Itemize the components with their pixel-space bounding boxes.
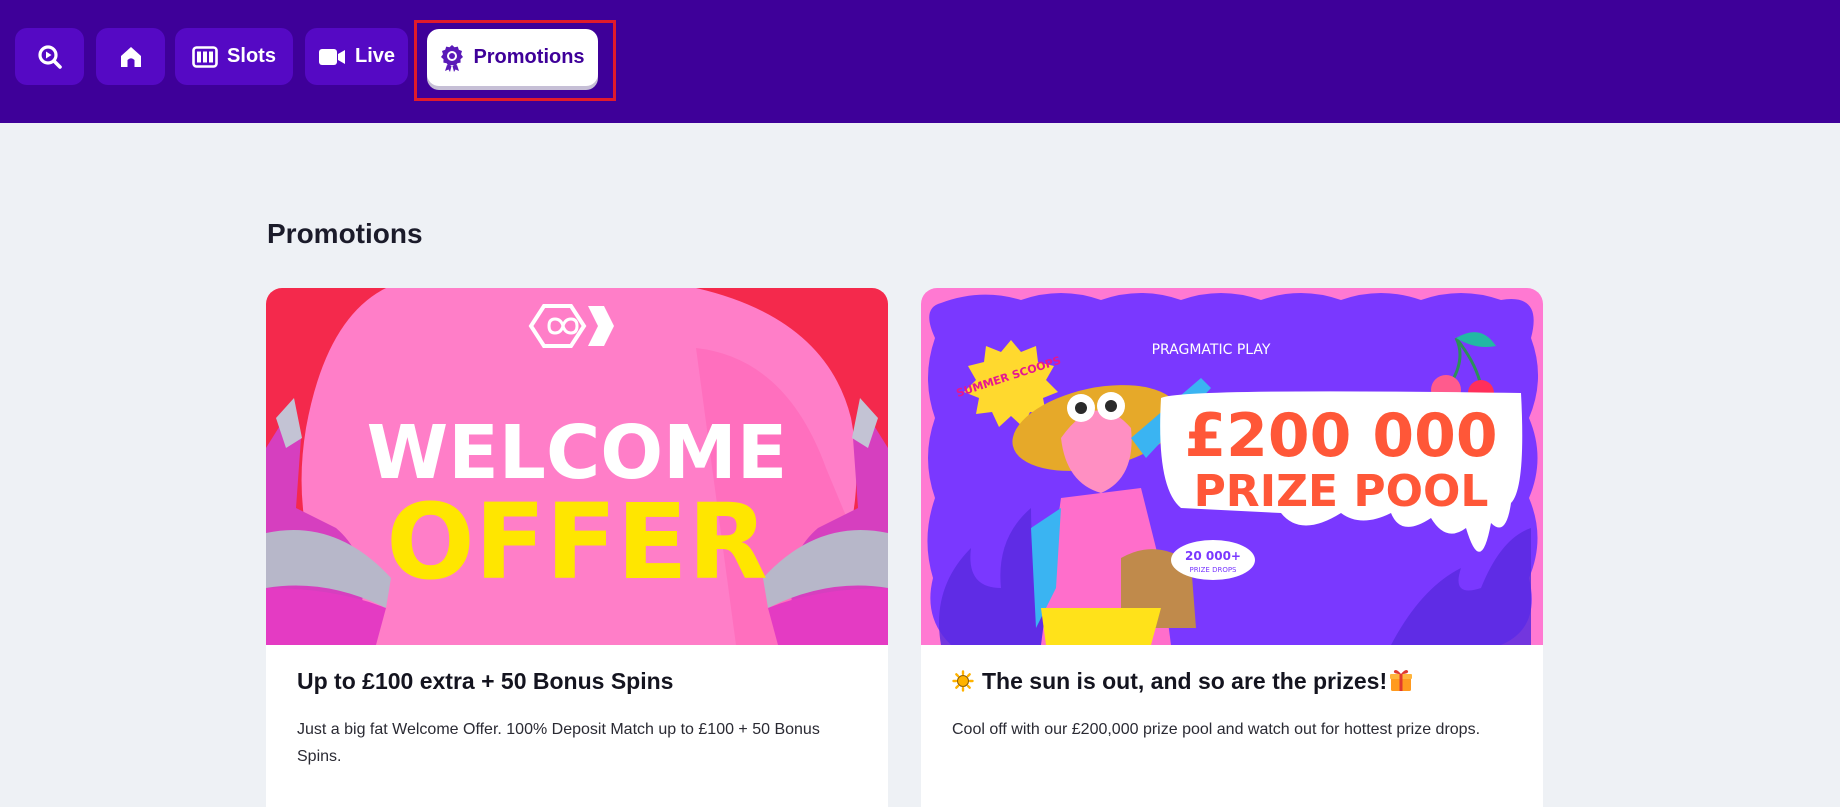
svg-text:20 000+: 20 000+: [1185, 549, 1241, 563]
welcome-offer-banner: WELCOME OFFER: [266, 288, 888, 645]
top-navigation-bar: Slots Live Promotions: [0, 0, 1840, 123]
sun-emoji-icon: [952, 670, 974, 692]
casino-search-icon: [37, 44, 63, 70]
card-description: Just a big fat Welcome Offer. 100% Depos…: [297, 721, 820, 765]
prize-pool-text: PRIZE POOL: [1194, 466, 1489, 517]
live-label: Live: [354, 45, 396, 67]
slots-nav-button[interactable]: Slots: [175, 28, 293, 85]
prize-amount-text: £200 000: [1184, 401, 1497, 471]
svg-text:PRIZE DROPS: PRIZE DROPS: [1189, 566, 1237, 574]
slot-machine-icon: [192, 45, 218, 68]
home-icon: [118, 44, 144, 70]
video-camera-icon: [318, 47, 346, 67]
award-badge-icon: [440, 44, 464, 72]
prize-pool-banner: PRAGMATIC PLAY SUMMER SCOOPS £200 000 PR…: [921, 288, 1543, 645]
card-title: Up to £100 extra + 50 Bonus Spins: [297, 668, 674, 694]
promotions-nav-button[interactable]: Promotions: [427, 29, 598, 86]
promotion-card-prize-pool[interactable]: PRAGMATIC PLAY SUMMER SCOOPS £200 000 PR…: [921, 288, 1543, 807]
gift-emoji-icon: [1390, 670, 1413, 691]
card-title: The sun is out, and so are the prizes!: [952, 668, 1519, 695]
card-description: Cool off with our £200,000 prize pool an…: [952, 721, 1481, 738]
promotions-label: Promotions: [473, 46, 585, 68]
home-button[interactable]: [96, 28, 165, 85]
pragmatic-play-logo: PRAGMATIC PLAY: [1152, 342, 1271, 358]
live-nav-button[interactable]: Live: [305, 28, 408, 85]
casino-search-button[interactable]: [15, 28, 84, 85]
page-title: Promotions: [267, 218, 423, 249]
slots-label: Slots: [227, 45, 276, 67]
card-title-text: The sun is out, and so are the prizes!: [982, 668, 1388, 694]
banner-offer-text: OFFER: [386, 481, 768, 603]
promotion-card-welcome[interactable]: WELCOME OFFER Up to £100 extra + 50 Bonu…: [266, 288, 888, 807]
prize-drops-bubble: 20 000+ PRIZE DROPS: [1171, 540, 1255, 580]
